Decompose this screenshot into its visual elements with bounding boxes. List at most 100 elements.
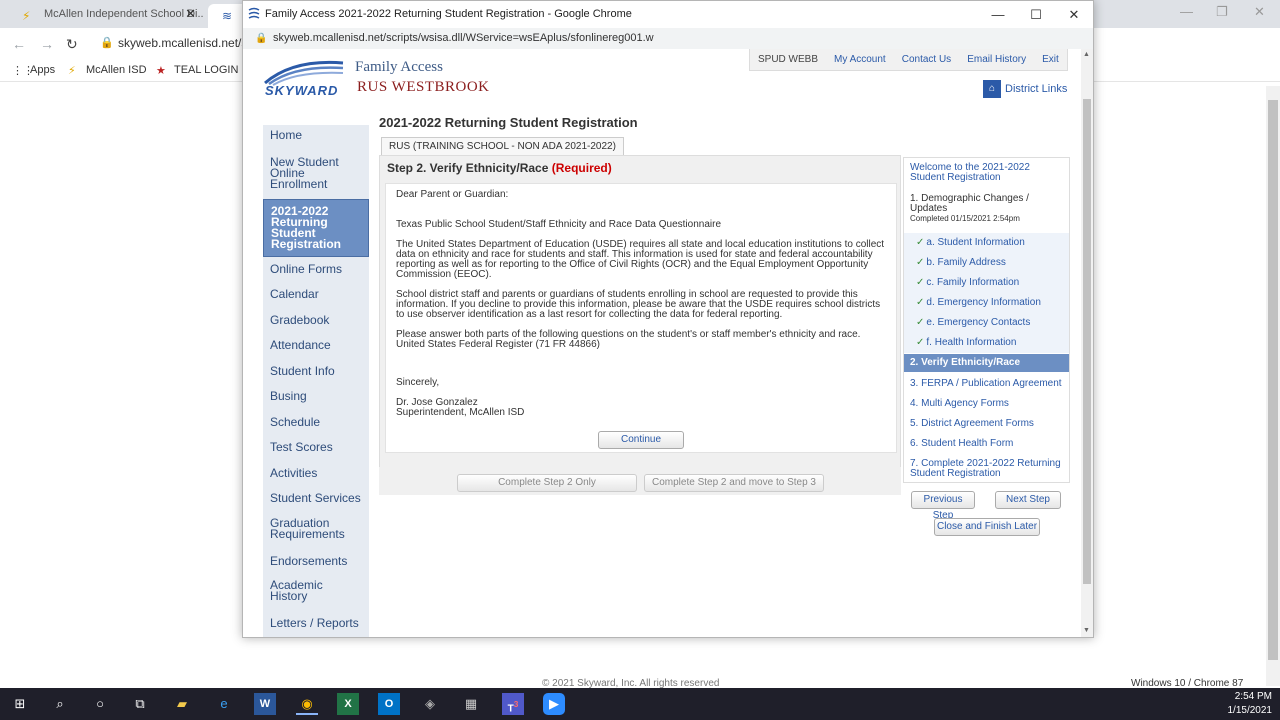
contact-us-link[interactable]: Contact Us [894,49,959,70]
close-window-icon[interactable]: ✕ [1254,4,1265,20]
step-1d-emergency-info[interactable]: ✓ d. Emergency Information [904,293,1069,313]
edge-icon[interactable]: e [213,693,235,715]
step-1f-health-info[interactable]: ✓ f. Health Information [904,333,1069,353]
popup-url: skyweb.mcallenisd.net/scripts/wsisa.dll/… [273,32,654,44]
sidebar-item-endorsements[interactable]: Endorsements [263,551,369,571]
windows-start-icon[interactable]: ⊞ [9,693,31,715]
reload-icon[interactable]: ↻ [66,36,78,53]
step-title-text: Step 2. Verify Ethnicity/Race [387,161,549,175]
sidebar-item-graduation-requirements[interactable]: Graduation Requirements [263,514,369,544]
scrollbar-thumb[interactable] [1083,99,1091,584]
sidebar-item-student-info[interactable]: Student Info [263,361,369,381]
zoom-icon[interactable]: ▶ [543,693,565,715]
sidebar-item-schedule[interactable]: Schedule [263,412,369,432]
sidebar-item-busing[interactable]: Busing [263,386,369,406]
steps-welcome-link[interactable]: Welcome to the 2021-2022 Student Registr… [904,163,1069,183]
close-finish-later-button[interactable]: Close and Finish Later [934,518,1040,536]
cortana-icon[interactable]: ○ [89,693,111,715]
back-icon[interactable]: ← [12,36,26,52]
step-2-current[interactable]: 2. Verify Ethnicity/Race [904,354,1069,372]
step-label: c. Family Information [926,277,1020,288]
step-6-health-form[interactable]: 6. Student Health Form [904,439,1069,449]
my-account-link[interactable]: My Account [826,49,894,70]
minimize-icon[interactable]: — [979,1,1017,28]
minimize-icon[interactable]: — [1180,4,1193,19]
excel-icon[interactable]: X [337,693,359,715]
step-label: a. Student Information [926,237,1025,248]
step-4-multi-agency[interactable]: 4. Multi Agency Forms [904,399,1069,409]
step-title: Step 2. Verify Ethnicity/Race (Required) [387,161,612,175]
sidebar-item-test-scores[interactable]: Test Scores [263,437,369,457]
step-1b-family-address[interactable]: ✓ b. Family Address [904,253,1069,273]
sidebar-item-new-student-enrollment[interactable]: New Student Online Enrollment [263,153,369,193]
sidebar-item-academic-history[interactable]: Academic History [263,576,369,606]
close-window-icon[interactable]: ✕ [1055,1,1093,28]
scroll-down-icon[interactable]: ▼ [1083,627,1090,634]
maximize-icon[interactable]: ☐ [1017,1,1055,28]
letter-paragraph-1: The United States Department of Educatio… [396,239,885,280]
skyward-favicon-icon: ⚡ [22,9,31,23]
step-5-district-agreement[interactable]: 5. District Agreement Forms [904,419,1069,429]
task-view-icon[interactable]: ⧉ [129,693,151,715]
step-1-completed: Completed 01/15/2021 2:54pm [910,214,1020,223]
email-history-link[interactable]: Email History [959,49,1034,70]
sidebar-item-letters-reports[interactable]: Letters / Reports [263,613,369,633]
skyward-favicon-icon: ≋ [222,9,233,23]
clock-date: 1/15/2021 [1227,705,1273,716]
close-icon[interactable]: ✕ [185,4,196,24]
page-title: 2021-2022 Returning Student Registration [379,115,638,130]
bookmark-teal-login[interactable]: TEAL LOGIN [174,64,238,76]
scrollbar-thumb[interactable] [1268,100,1278,660]
forward-icon[interactable]: → [40,36,54,52]
next-step-button[interactable]: Next Step [995,491,1061,509]
teams-icon[interactable]: T3 [502,693,524,715]
previous-step-button[interactable]: Previous Step [911,491,975,521]
complete-step-2-move-button[interactable]: Complete Step 2 and move to Step 3 [644,474,824,492]
step-1-demographics[interactable]: 1. Demographic Changes / Updates Complet… [904,194,1069,224]
complete-step-2-button[interactable]: Complete Step 2 Only [457,474,637,492]
student-name: RUS WESTBROOK [357,79,490,95]
file-explorer-icon[interactable]: ▰ [171,693,193,715]
step-3-ferpa[interactable]: 3. FERPA / Publication Agreement [904,379,1069,389]
registration-popup-window: Family Access 2021-2022 Returning Studen… [242,0,1094,638]
chrome-icon[interactable]: ◉ [296,693,318,715]
step-label: d. Emergency Information [926,297,1041,308]
app-name: Family Access [355,59,443,75]
scroll-up-icon[interactable]: ▲ [1083,51,1090,58]
app-icon[interactable]: ◈ [419,693,441,715]
popup-title-bar[interactable]: Family Access 2021-2022 Returning Studen… [243,1,1093,28]
school-tab[interactable]: RUS (TRAINING SCHOOL - NON ADA 2021-2022… [381,137,624,155]
checkmark-icon: ✓ [916,257,925,268]
popup-address-bar: 🔒 skyweb.mcallenisd.net/scripts/wsisa.dl… [243,28,1093,49]
exit-link[interactable]: Exit [1034,49,1067,70]
step-1e-emergency-contacts[interactable]: ✓ e. Emergency Contacts [904,313,1069,333]
sidebar-item-online-forms[interactable]: Online Forms [263,259,369,279]
word-icon[interactable]: W [254,693,276,715]
sidebar-item-calendar[interactable]: Calendar [263,284,369,304]
popup-scrollbar[interactable]: ▲ ▼ [1081,49,1093,637]
search-icon[interactable]: ⌕ [49,693,71,715]
maximize-icon[interactable]: ❐ [1216,4,1228,20]
bookmark-mcallen-isd[interactable]: McAllen ISD [86,64,147,76]
background-scrollbar[interactable] [1266,86,1280,686]
sidebar-item-gradebook[interactable]: Gradebook [263,310,369,330]
continue-button[interactable]: Continue [598,431,684,449]
sidebar-item-home[interactable]: Home [263,125,369,145]
step-7-complete[interactable]: 7. Complete 2021-2022 Returning Student … [904,459,1069,479]
background-tab-mcallen[interactable]: ⚡ McAllen Independent School Di... ✕ [8,4,204,28]
system-clock[interactable]: 2:54 PM 1/15/2021 [1222,690,1273,718]
district-links[interactable]: ⌂ District Links [983,79,1067,99]
step-1c-family-info[interactable]: ✓ c. Family Information [904,273,1069,293]
sidebar-item-student-services[interactable]: Student Services [263,488,369,508]
sidebar-item-attendance[interactable]: Attendance [263,335,369,355]
step-1a-student-info[interactable]: ✓ a. Student Information [904,233,1069,253]
step-label: b. Family Address [926,257,1006,268]
sidebar-item-activities[interactable]: Activities [263,463,369,483]
background-url[interactable]: skyweb.mcallenisd.net/s [118,36,247,50]
registration-steps: Welcome to the 2021-2022 Student Registr… [903,157,1070,483]
sidebar-item-returning-registration[interactable]: 2021-2022 Returning Student Registration [263,199,369,257]
registration-page: SKYWARD Family Access RUS WESTBROOK SPUD… [243,49,1081,637]
calculator-icon[interactable]: ▦ [460,693,482,715]
outlook-icon[interactable]: O [378,693,400,715]
bookmark-apps[interactable]: Apps [30,64,55,76]
